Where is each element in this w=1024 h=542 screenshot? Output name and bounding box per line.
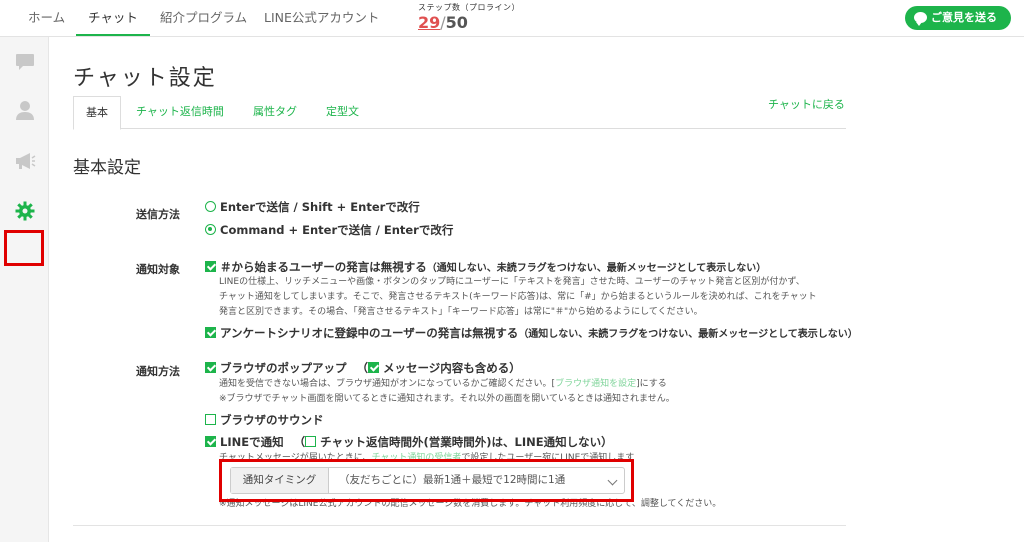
nav-home[interactable]: ホーム <box>28 0 65 36</box>
feedback-button[interactable]: ご意見を送る <box>905 6 1011 30</box>
section-divider <box>73 525 846 526</box>
section-title: 基本設定 <box>73 158 141 178</box>
megaphone-icon[interactable] <box>12 148 38 174</box>
tab-reply-hours[interactable]: チャット返信時間 <box>136 96 224 129</box>
checkbox-outside-hours[interactable] <box>305 436 317 447</box>
ignore-hash-description: LINEの仕様上、リッチメニューや画像・ボタンのタップ時にユーザーに「テキストを… <box>219 277 817 317</box>
timing-highlight <box>219 459 634 502</box>
top-nav: ホーム チャット 紹介プログラム LINE公式アカウント ステップ数（プロライン… <box>0 0 1024 37</box>
ignore-survey-option[interactable]: アンケートシナリオに登録中のユーザーの発言は無視する（通知しない、未読フラグをつ… <box>205 325 858 341</box>
speech-bubble-icon <box>914 12 927 26</box>
browser-popup-description: 通知を受信できない場合は、ブラウザ通知がオンになっているかご確認ください。[ブラ… <box>219 379 675 404</box>
nav-chat[interactable]: チャット <box>76 0 150 36</box>
settings-tabs: 基本 チャット返信時間 属性タグ 定型文 <box>73 96 846 130</box>
notify-method-label: 通知方法 <box>136 365 180 378</box>
tab-templates[interactable]: 定型文 <box>326 96 359 129</box>
sidebar <box>0 37 49 542</box>
send-option-enter[interactable]: Enterで送信 / Shift + Enterで改行 <box>205 199 420 215</box>
nav-line-official[interactable]: LINE公式アカウント <box>264 0 379 36</box>
tab-basic[interactable]: 基本 <box>73 96 121 130</box>
ignore-hash-option[interactable]: ＃から始まるユーザーの発言は無視する（通知しない、未読フラグをつけない、最新メッ… <box>205 259 766 275</box>
back-to-chat-link[interactable]: チャットに戻る <box>768 96 845 112</box>
step-used[interactable]: 29 <box>418 13 440 32</box>
radio-command-enter[interactable] <box>205 224 216 235</box>
settings-highlight <box>4 230 44 266</box>
checkbox-ignore-survey[interactable] <box>205 327 216 338</box>
gear-icon[interactable] <box>12 198 38 224</box>
browser-sound-option[interactable]: ブラウザのサウンド <box>205 412 324 428</box>
nav-referral[interactable]: 紹介プログラム <box>160 0 247 36</box>
step-counter: ステップ数（プロライン） 29/50 <box>418 2 520 33</box>
step-total: 50 <box>445 13 468 32</box>
tab-attribute-tags[interactable]: 属性タグ <box>253 96 297 129</box>
chat-bubble-icon[interactable] <box>12 49 38 75</box>
user-icon[interactable] <box>12 97 38 123</box>
page-title: チャット設定 <box>73 66 217 91</box>
checkbox-ignore-hash[interactable] <box>205 261 216 272</box>
send-method-label: 送信方法 <box>136 208 180 221</box>
checkbox-browser-popup[interactable] <box>205 362 216 373</box>
browser-popup-option[interactable]: ブラウザのポップアップ （メッセージ内容も含める） <box>205 360 521 376</box>
checkbox-line-notify[interactable] <box>205 436 216 447</box>
notify-target-label: 通知対象 <box>136 263 180 276</box>
feedback-label: ご意見を送る <box>931 11 997 24</box>
step-label: ステップ数（プロライン） <box>418 3 520 12</box>
send-option-command-enter[interactable]: Command + Enterで送信 / Enterで改行 <box>205 222 453 238</box>
radio-enter[interactable] <box>205 201 216 212</box>
browser-notify-settings-link[interactable]: ブラウザ通知を設定 <box>555 379 636 389</box>
checkbox-browser-sound[interactable] <box>205 414 216 425</box>
checkbox-include-message[interactable] <box>368 362 380 373</box>
line-notify-option[interactable]: LINEで通知 （チャット返信時間外(営業時間外)は、LINE通知しない） <box>205 434 613 450</box>
